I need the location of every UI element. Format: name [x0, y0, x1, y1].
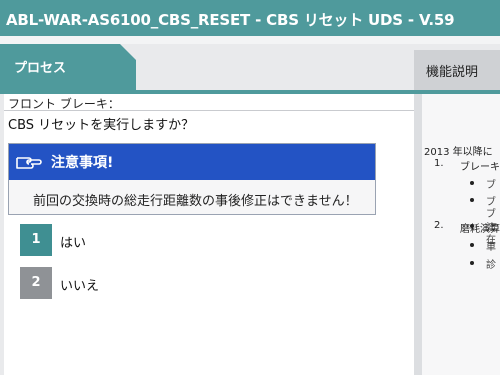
tab-function-description[interactable]: 機能説明 [414, 50, 500, 90]
desc-item1-number: 1. [434, 158, 444, 169]
window-title-bar: ABL-WAR-AS6100_CBS_RESET - CBS リセット UDS … [0, 0, 500, 36]
bullet-icon [470, 181, 474, 185]
tab-function-description-label: 機能説明 [426, 65, 479, 80]
window-title: ABL-WAR-AS6100_CBS_RESET - CBS リセット UDS … [6, 11, 455, 29]
desc-item1-bullet1: ブ [486, 180, 496, 191]
tab-process[interactable]: プロセス [0, 44, 136, 90]
bullet-icon [470, 261, 474, 265]
bullet-icon [470, 243, 474, 247]
notice-body: 前回の交換時の総走行距離数の事後修正はできません！ [33, 194, 358, 209]
option-no-label[interactable]: いいえ [60, 275, 99, 294]
bullet-icon [470, 198, 474, 202]
desc-item2-text: 磨耗演算 [460, 224, 500, 235]
section-separator [4, 110, 414, 111]
panel-divider[interactable] [414, 94, 422, 375]
option-yes-label[interactable]: はい [60, 232, 86, 251]
desc-item1-text: ブレーキ [460, 162, 500, 173]
desc-item1-bullet2-cont: ブ [486, 209, 496, 220]
desc-intro: 2013 年以降に [424, 147, 493, 158]
desc-item2-bullet1: 車 [486, 242, 496, 253]
option-no-button[interactable]: 2 [20, 267, 52, 299]
question-text: CBS リセットを実行しますか？ [8, 118, 195, 133]
tab-process-label: プロセス [14, 61, 67, 76]
pointing-hand-icon [16, 157, 42, 169]
option-yes-button[interactable]: 1 [20, 224, 52, 256]
notice-box: 注意事項! 前回の交換時の総走行距離数の事後修正はできません！ [8, 143, 376, 215]
desc-item2-bullet2: 診 [486, 260, 496, 271]
desc-item2-number: 2. [434, 220, 444, 231]
notice-header: 注意事項! [9, 144, 375, 180]
notice-title: 注意事項! [51, 155, 114, 171]
title-gap [0, 36, 500, 44]
